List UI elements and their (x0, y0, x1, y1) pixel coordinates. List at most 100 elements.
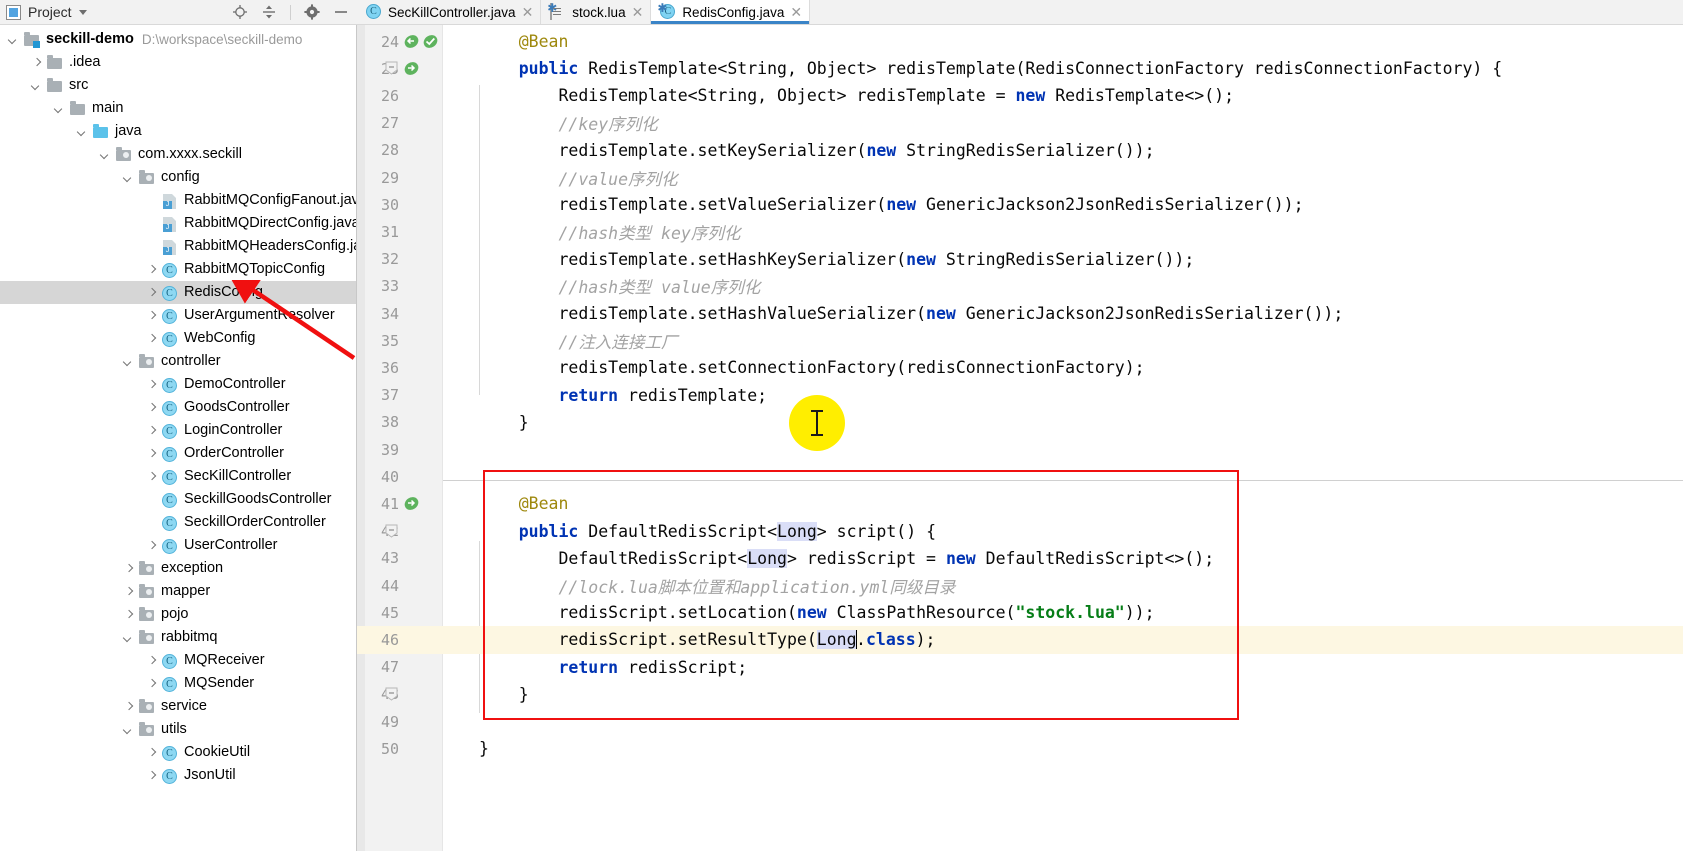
code-editor[interactable]: 24 25 26 27 28 29 30 31 32 33 34 35 36 37 38 39 40 41 42 43… (357, 25, 1683, 851)
gutter-line-41[interactable]: 41 (357, 490, 443, 517)
chevron-right-icon[interactable] (123, 701, 135, 713)
chevron-right-icon[interactable] (146, 471, 158, 483)
chevron-right-icon[interactable] (146, 678, 158, 690)
spring-bean-checked-icon[interactable] (422, 33, 439, 50)
gutter-line-47[interactable]: 47 (357, 654, 443, 681)
tree-item-mqreceiver[interactable]: C MQReceiver (0, 649, 356, 672)
code-line-46[interactable]: redisScript.setResultType(Long. class); (443, 626, 1683, 654)
gutter-line-49[interactable]: 49 (357, 708, 443, 735)
gutter-line-29[interactable]: 29 (357, 164, 443, 191)
code-line-24[interactable]: @Bean (443, 28, 1683, 55)
tree-item-main[interactable]: main (0, 97, 356, 120)
tree-item-rabbitmqheadersconfig-ja[interactable]: RabbitMQHeadersConfig.ja (0, 235, 356, 258)
code-line-33[interactable]: //hash类型 value序列化 (443, 273, 1683, 300)
code-line-50[interactable]: } (443, 735, 1683, 762)
tree-item-utils[interactable]: utils (0, 718, 356, 741)
fold-collapse-icon[interactable] (385, 524, 398, 539)
gutter-line-25[interactable]: 25 (357, 55, 443, 82)
tree-item-seckillgoodscontroller[interactable]: C SeckillGoodsController (0, 488, 356, 511)
code-line-47[interactable]: return redisScript; (443, 654, 1683, 681)
tree-item-src[interactable]: src (0, 74, 356, 97)
code-line-39[interactable] (443, 436, 1683, 463)
code-line-49[interactable] (443, 708, 1683, 735)
tree-item-userargumentresolver[interactable]: C UserArgumentResolver (0, 304, 356, 327)
code-line-40[interactable] (443, 463, 1683, 490)
chevron-down-icon[interactable] (123, 356, 135, 368)
code-line-44[interactable]: //lock.lua脚本位置和application.yml同级目录 (443, 572, 1683, 599)
tree-item-rabbitmqdirectconfig-java[interactable]: RabbitMQDirectConfig.java (0, 212, 356, 235)
chevron-right-icon[interactable] (123, 586, 135, 598)
tree-item-goodscontroller[interactable]: C GoodsController (0, 396, 356, 419)
locate-target-icon[interactable] (232, 4, 248, 20)
collapse-all-icon[interactable] (261, 4, 277, 20)
tree-item-rabbitmqtopicconfig[interactable]: C RabbitMQTopicConfig (0, 258, 356, 281)
chevron-right-icon[interactable] (31, 57, 43, 69)
tree-item-usercontroller[interactable]: C UserController (0, 534, 356, 557)
tree-item-redisconfig[interactable]: C RedisConfig (0, 281, 356, 304)
tree-item-logincontroller[interactable]: C LoginController (0, 419, 356, 442)
gutter-line-33[interactable]: 33 (357, 273, 443, 300)
gutter-line-26[interactable]: 26 (357, 82, 443, 109)
chevron-down-icon[interactable] (100, 149, 112, 161)
gutter-line-46[interactable]: 46 (357, 626, 443, 654)
tab-redisconfig[interactable]: ✱ C RedisConfig.java ✕ (651, 0, 811, 24)
chevron-down-icon[interactable] (78, 9, 87, 15)
tab-stock-lua[interactable]: ✱ stock.lua ✕ (541, 0, 652, 24)
tree-item-idea[interactable]: .idea (0, 51, 356, 74)
tree-item-mqsender[interactable]: C MQSender (0, 672, 356, 695)
gutter-line-42[interactable]: 42 (357, 518, 443, 545)
gutter-line-40[interactable]: 40 (357, 463, 443, 490)
close-icon[interactable]: ✕ (790, 5, 802, 19)
chevron-right-icon[interactable] (146, 747, 158, 759)
gutter-line-44[interactable]: 44 (357, 572, 443, 599)
code-line-48[interactable]: } (443, 681, 1683, 708)
gutter-line-45[interactable]: 45 (357, 599, 443, 626)
tree-item-ordercontroller[interactable]: C OrderController (0, 442, 356, 465)
gutter-line-48[interactable]: 48 (357, 681, 443, 708)
tree-item-cookieutil[interactable]: C CookieUtil (0, 741, 356, 764)
tree-item-exception[interactable]: exception (0, 557, 356, 580)
gutter-line-43[interactable]: 43 (357, 545, 443, 572)
tree-item-java[interactable]: java (0, 120, 356, 143)
settings-gear-icon[interactable] (304, 4, 320, 20)
gutter-line-24[interactable]: 24 (357, 28, 443, 55)
gutter-line-27[interactable]: 27 (357, 110, 443, 137)
gutter-line-35[interactable]: 35 (357, 327, 443, 354)
code-line-42[interactable]: public DefaultRedisScript< Long > script()… (443, 518, 1683, 545)
chevron-down-icon[interactable] (8, 34, 20, 46)
code-line-37[interactable]: return redisTemplate; (443, 382, 1683, 409)
chevron-down-icon[interactable] (77, 126, 89, 138)
tree-item-controller[interactable]: controller (0, 350, 356, 373)
chevron-down-icon[interactable] (54, 103, 66, 115)
code-line-28[interactable]: redisTemplate.setKeySerializer(new Strin… (443, 137, 1683, 164)
code-line-29[interactable]: //value序列化 (443, 164, 1683, 191)
code-line-25[interactable]: public RedisTemplate<String, Object> red… (443, 55, 1683, 82)
gutter-line-32[interactable]: 32 (357, 246, 443, 273)
close-icon[interactable]: ✕ (522, 5, 534, 19)
chevron-right-icon[interactable] (146, 287, 158, 299)
code-line-26[interactable]: RedisTemplate<String, Object> redisTempl… (443, 82, 1683, 109)
gutter-line-50[interactable]: 50 (357, 735, 443, 762)
fold-collapse-icon[interactable] (385, 687, 398, 702)
chevron-down-icon[interactable] (123, 724, 135, 736)
tree-item-mapper[interactable]: mapper (0, 580, 356, 603)
tree-item-pojo[interactable]: pojo (0, 603, 356, 626)
code-line-30[interactable]: redisTemplate.setValueSerializer(new Gen… (443, 191, 1683, 218)
spring-bean-icon[interactable] (403, 495, 420, 512)
tree-item-seckillcontroller[interactable]: C SecKillController (0, 465, 356, 488)
spring-bean-icon[interactable] (403, 60, 420, 77)
editor-gutter[interactable]: 24 25 26 27 28 29 30 31 32 33 34 35 36 37 38 39 40 41 42 43… (357, 25, 443, 851)
chevron-right-icon[interactable] (146, 379, 158, 391)
chevron-right-icon[interactable] (146, 425, 158, 437)
gutter-line-37[interactable]: 37 (357, 382, 443, 409)
hide-panel-icon[interactable] (333, 4, 349, 20)
tree-item-webconfig[interactable]: C WebConfig (0, 327, 356, 350)
spring-bean-navigate-icon[interactable] (403, 33, 420, 50)
tree-item-service[interactable]: service (0, 695, 356, 718)
code-line-45[interactable]: redisScript.setLocation(new ClassPathRes… (443, 599, 1683, 626)
code-line-31[interactable]: //hash类型 key序列化 (443, 218, 1683, 245)
tree-item-rabbitmq[interactable]: rabbitmq (0, 626, 356, 649)
chevron-right-icon[interactable] (146, 402, 158, 414)
chevron-right-icon[interactable] (146, 540, 158, 552)
chevron-down-icon[interactable] (123, 632, 135, 644)
